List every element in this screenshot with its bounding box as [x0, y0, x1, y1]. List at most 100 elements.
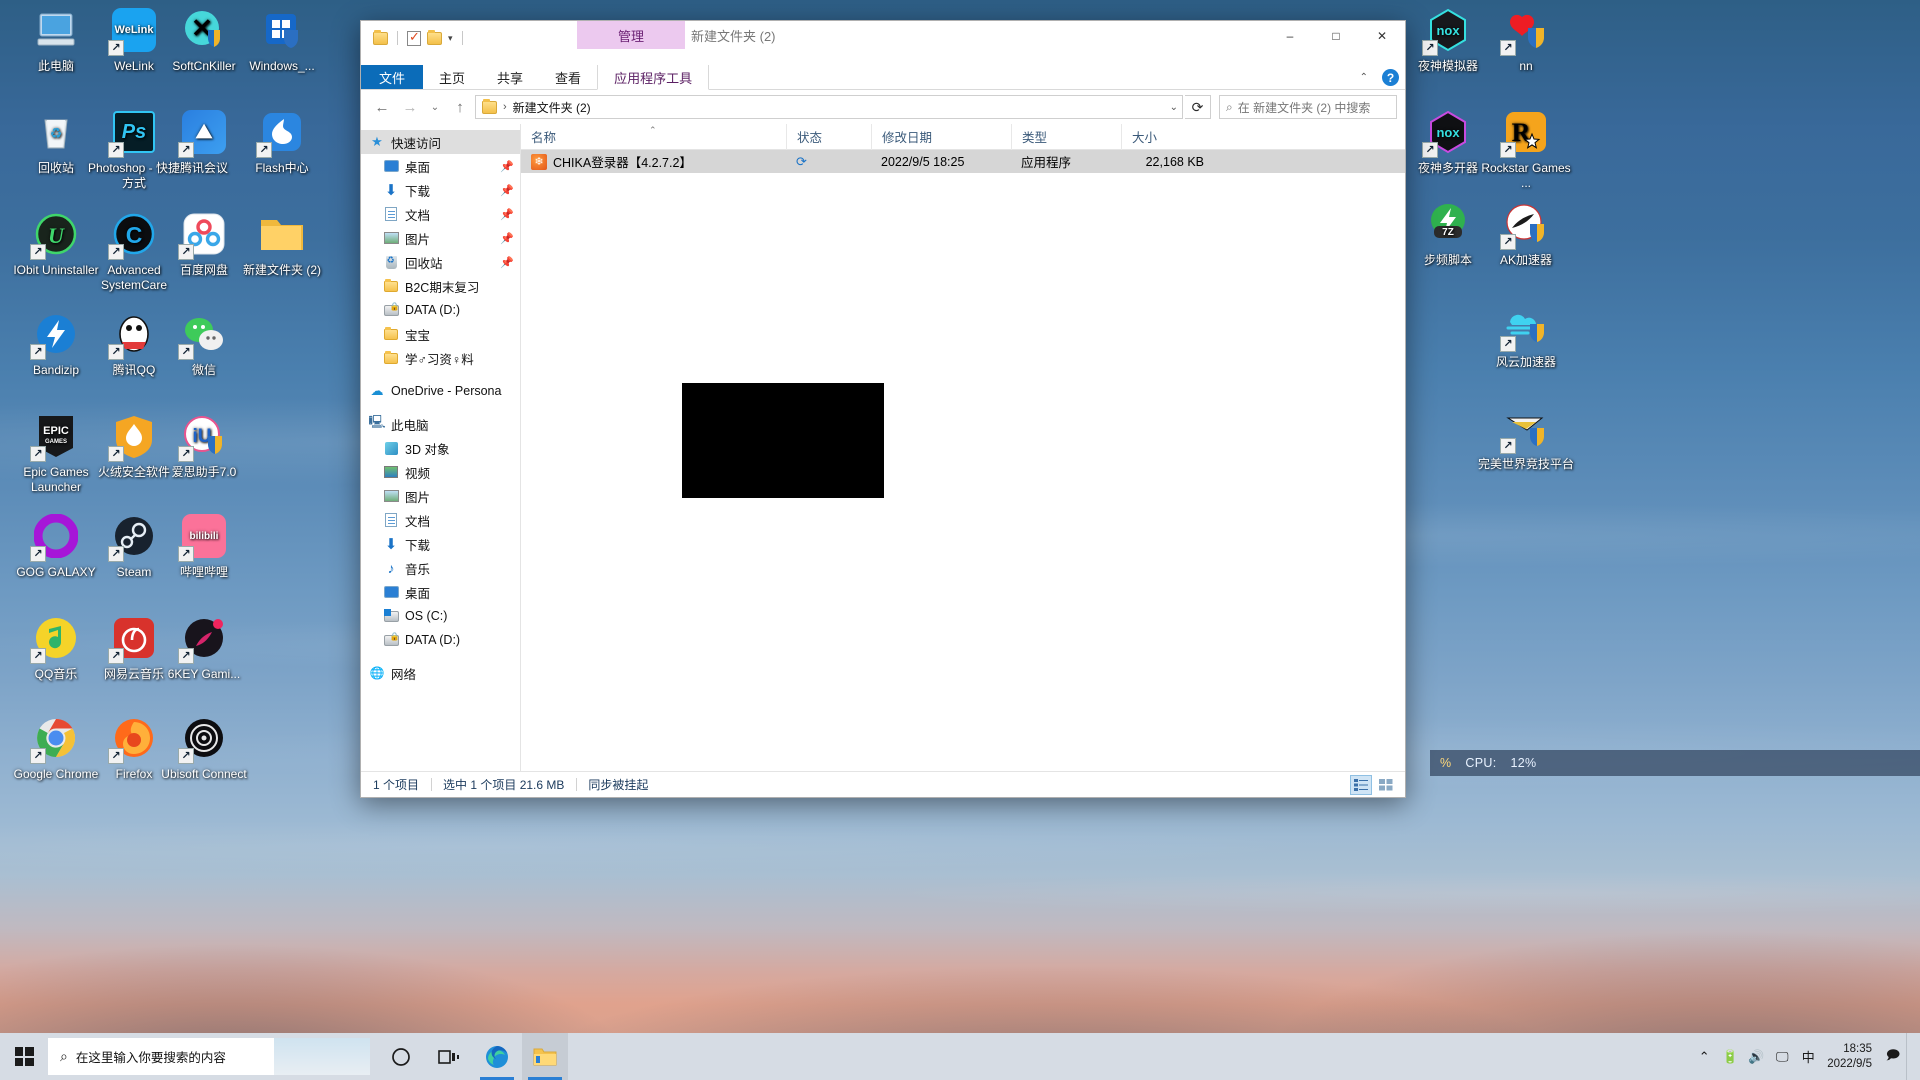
desktop-icon-29[interactable]: ↗ nn	[1478, 6, 1574, 74]
desktop-icon-31[interactable]: R ↗ Rockstar Games ...	[1478, 108, 1574, 191]
refresh-button[interactable]: ⟳	[1185, 95, 1211, 119]
back-button[interactable]: ←	[369, 94, 395, 120]
tab-application-tools[interactable]: 应用程序工具	[597, 65, 710, 90]
sidebar-item-1[interactable]: ★ 快速访问	[361, 130, 520, 154]
pin-icon[interactable]: 📌	[500, 160, 514, 173]
sidebar-item-3[interactable]: ⬇ 下载 📌	[361, 178, 520, 202]
properties-icon[interactable]	[407, 29, 421, 46]
show-desktop-button[interactable]	[1906, 1033, 1914, 1080]
sidebar-item-20[interactable]: OS (C:)	[361, 604, 520, 628]
sidebar-item-21[interactable]: DATA (D:)	[361, 628, 520, 652]
pin-icon[interactable]: 📌	[500, 232, 514, 245]
column-header-2[interactable]: 状态	[786, 123, 871, 150]
network-icon[interactable]: 🖵	[1769, 1033, 1795, 1080]
action-center-icon[interactable]: 🗩	[1880, 1033, 1906, 1080]
tab-view[interactable]: 查看	[539, 65, 597, 89]
sort-ascending-icon: ⌃	[649, 125, 657, 135]
tab-file[interactable]: 文件	[361, 65, 424, 89]
recycle-bin-icon: ♻	[32, 108, 80, 156]
sidebar-item-7[interactable]: B2C期末复习	[361, 274, 520, 298]
desktop-icon-34[interactable]: ↗ 风云加速器	[1478, 302, 1574, 370]
new-folder-icon[interactable]	[427, 29, 442, 45]
minimize-button[interactable]: –	[1267, 21, 1313, 51]
maximize-button[interactable]: □	[1313, 21, 1359, 51]
chevron-down-icon[interactable]: ⌄	[1170, 102, 1178, 113]
table-row[interactable]: CHIKA登录器【4.2.7.2】 ⟳ 2022/9/5 18:25 应用程序 22,1…	[521, 150, 1405, 173]
desktop-icon-18[interactable]: iU ↗ 爱思助手7.0	[156, 412, 252, 480]
shortcut-arrow-icon: ↗	[1422, 40, 1438, 56]
sidebar-item-5[interactable]: 图片 📌	[361, 226, 520, 250]
forward-button[interactable]: →	[397, 94, 423, 120]
sidebar-item-9[interactable]: 宝宝	[361, 322, 520, 346]
task-view-icon[interactable]	[426, 1033, 472, 1080]
search-input[interactable]: ⌕ 在这里输入你要搜索的内容	[48, 1038, 370, 1075]
sidebar-item-22[interactable]: 🌐 网络	[361, 661, 520, 685]
desktop-icon-33[interactable]: ↗ AK加速器	[1478, 200, 1574, 268]
desktop-icon-24[interactable]: ↗ 6KEY Gami...	[156, 614, 252, 682]
pin-icon[interactable]: 📌	[500, 184, 514, 197]
shortcut-arrow-icon: ↗	[178, 344, 194, 360]
sidebar-item-6[interactable]: 回收站 📌	[361, 250, 520, 274]
desktop-icon-4[interactable]: Windows_...	[234, 6, 330, 74]
clock[interactable]: 18:35 2022/9/5	[1821, 1042, 1880, 1072]
shortcut-arrow-icon: ↗	[30, 446, 46, 462]
volume-icon[interactable]: 🔊	[1743, 1033, 1769, 1080]
sidebar-item-label: 下载	[405, 184, 431, 199]
sidebar-item-12[interactable]: 🖳 此电脑	[361, 412, 520, 436]
sidebar-item-15[interactable]: 图片	[361, 484, 520, 508]
large-icons-view-icon[interactable]	[1375, 775, 1397, 795]
sidebar-item-11[interactable]: ☁ OneDrive - Persona	[361, 379, 520, 403]
search-box[interactable]: ⌕ 在 新建文件夹 (2) 中搜索	[1219, 95, 1397, 119]
sidebar-item-8[interactable]: DATA (D:)	[361, 298, 520, 322]
chevron-down-icon[interactable]: ▾	[448, 33, 453, 44]
desktop-icon-21[interactable]: bilibili ↗ 哔哩哔哩	[156, 512, 252, 580]
sidebar-item-19[interactable]: 桌面	[361, 580, 520, 604]
battery-icon[interactable]: 🔋	[1717, 1033, 1743, 1080]
chevron-up-icon[interactable]: ⌃	[1691, 1033, 1717, 1080]
breadcrumb-current[interactable]: 新建文件夹 (2)	[513, 99, 591, 116]
sidebar-item-label: 桌面	[405, 160, 431, 175]
sidebar-item-18[interactable]: ♪ 音乐	[361, 556, 520, 580]
column-header-3[interactable]: 修改日期	[871, 123, 1011, 150]
desktop-icon-35[interactable]: ↗ 完美世界竞技平台	[1478, 404, 1574, 472]
ime-indicator[interactable]: 中	[1795, 1033, 1821, 1080]
folder-icon[interactable]	[373, 29, 388, 45]
help-icon[interactable]: ?	[1382, 69, 1399, 86]
sidebar-item-2[interactable]: 桌面 📌	[361, 154, 520, 178]
up-button[interactable]: ↑	[447, 94, 473, 120]
address-path-field[interactable]: › 新建文件夹 (2) ⌄	[475, 95, 1183, 119]
microsoft-edge-icon[interactable]	[474, 1033, 520, 1080]
pin-icon[interactable]: 📌	[500, 208, 514, 221]
start-button[interactable]	[0, 1033, 48, 1080]
desktop-icon-12[interactable]: 新建文件夹 (2)	[234, 210, 330, 278]
column-header-4[interactable]: 类型	[1011, 123, 1121, 150]
sidebar-item-17[interactable]: ⬇ 下载	[361, 532, 520, 556]
chevron-up-icon[interactable]: ⌃	[1360, 72, 1368, 83]
tab-share[interactable]: 共享	[481, 65, 539, 89]
sidebar-item-14[interactable]: 视频	[361, 460, 520, 484]
recent-locations-button[interactable]: ⌄	[425, 94, 445, 120]
details-view-icon[interactable]	[1350, 774, 1372, 795]
sidebar-item-4[interactable]: 文档 📌	[361, 202, 520, 226]
column-header-1[interactable]: 名称 ⌃	[521, 124, 786, 150]
window-titlebar[interactable]: ▾ 管理 新建文件夹 (2) – □ ✕	[361, 21, 1405, 65]
shortcut-arrow-icon: ↗	[178, 446, 194, 462]
tab-home[interactable]: 主页	[423, 65, 481, 89]
sidebar-item-10[interactable]: 学♂习资♀料	[361, 346, 520, 370]
cortana-icon[interactable]	[378, 1033, 424, 1080]
file-explorer-icon[interactable]	[522, 1033, 568, 1080]
file-name-cell[interactable]: CHIKA登录器【4.2.7.2】	[521, 150, 786, 173]
sidebar-item-13[interactable]: 3D 对象	[361, 436, 520, 460]
close-button[interactable]: ✕	[1359, 21, 1405, 51]
column-header-5[interactable]: 大小	[1121, 123, 1216, 150]
folder-icon	[383, 350, 399, 366]
file-rows: CHIKA登录器【4.2.7.2】 ⟳ 2022/9/5 18:25 应用程序 22,1…	[521, 150, 1405, 173]
pin-icon[interactable]: 📌	[500, 256, 514, 269]
desktop-icon-27[interactable]: ↗ Ubisoft Connect	[156, 714, 252, 782]
sidebar-item-label: OS (C:)	[405, 609, 448, 623]
sidebar-item-16[interactable]: 文档	[361, 508, 520, 532]
desktop-icon-15[interactable]: ↗ 微信	[156, 310, 252, 378]
contextual-tab-manage[interactable]: 管理	[577, 21, 685, 49]
desktop-icon-8[interactable]: ↗ Flash中心	[234, 108, 330, 176]
bandizip-icon: ↗	[30, 310, 80, 360]
